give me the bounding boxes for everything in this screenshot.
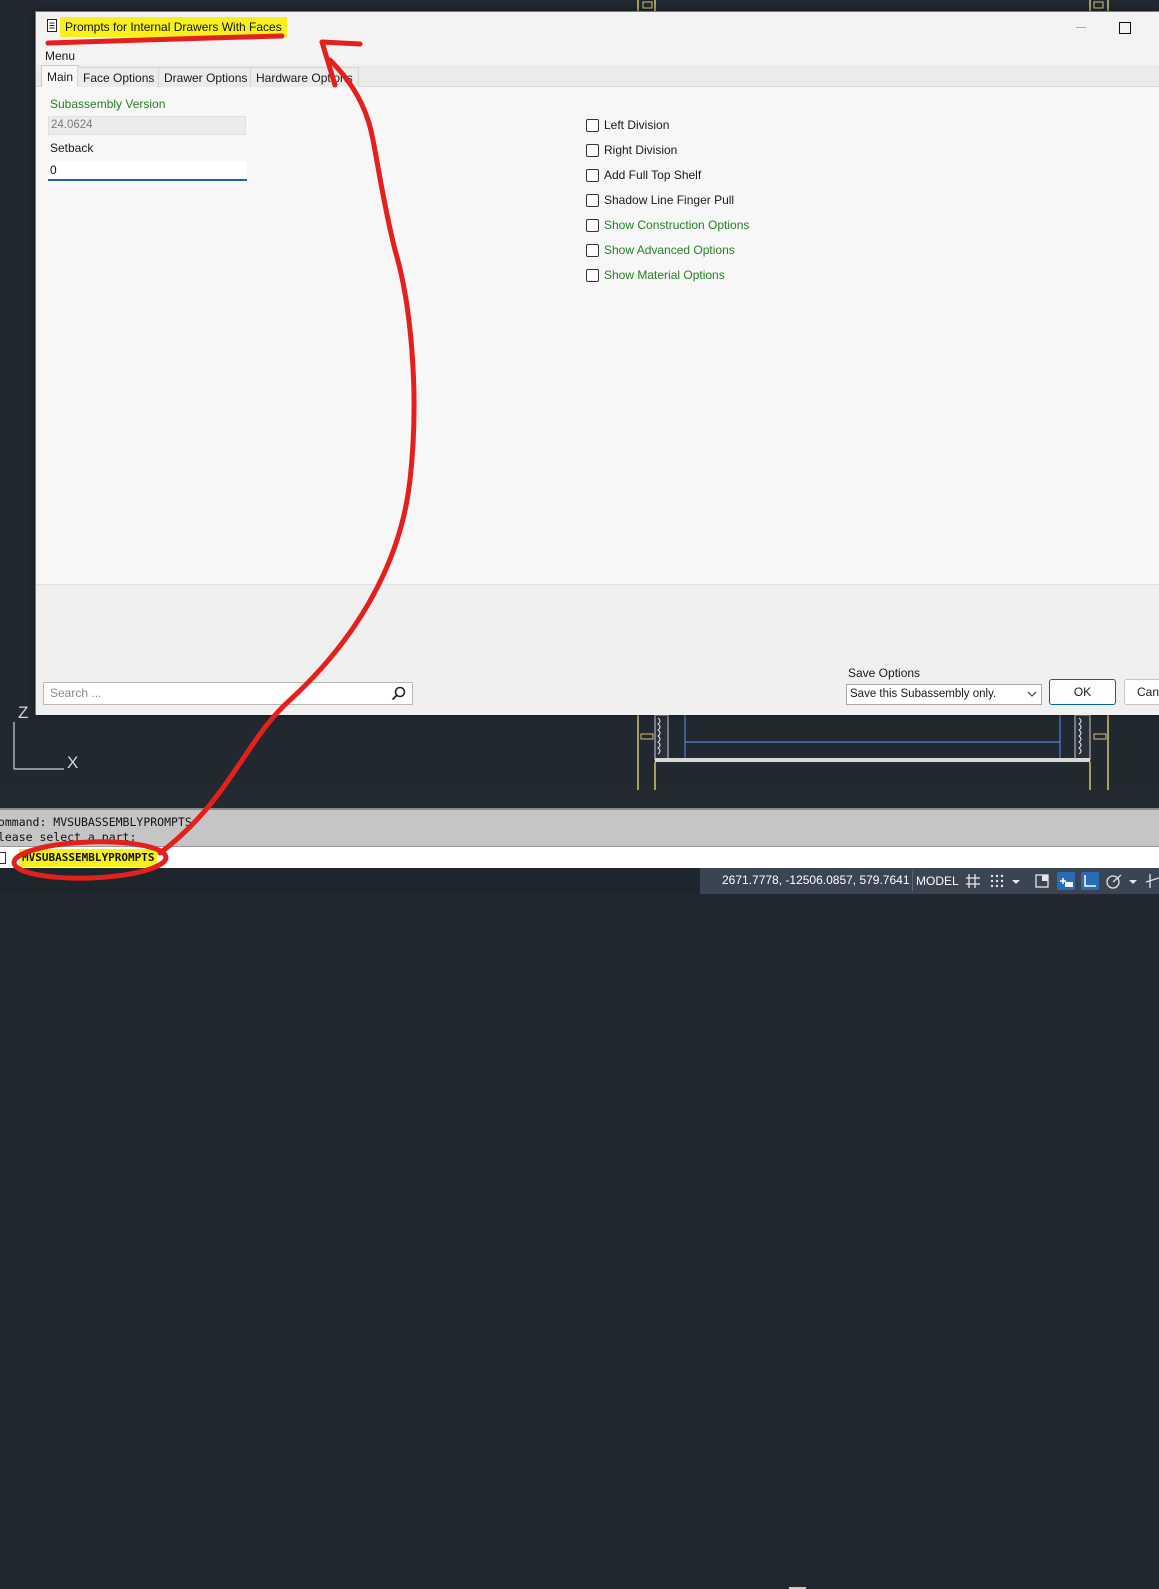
snap-icon[interactable] [988, 872, 1006, 890]
checkbox-label: Add Full Top Shelf [604, 168, 702, 182]
checkbox-icon[interactable] [586, 218, 599, 232]
command-history-line: Please select a part: [0, 830, 137, 844]
command-history-line: Command: MVSUBASSEMBLYPROMPTS [0, 815, 192, 829]
tab-main[interactable]: Main [41, 65, 80, 88]
checkbox-icon[interactable] [586, 143, 599, 157]
grid-icon[interactable] [964, 872, 982, 890]
polar-tracking-icon[interactable] [1105, 872, 1123, 890]
command-input-text: MVSUBASSEMBLYPROMPTS [19, 849, 158, 867]
minimize-button[interactable] [1072, 18, 1090, 36]
save-options-select[interactable]: Save this Subassembly only. [846, 684, 1042, 705]
command-input[interactable]: MVSUBASSEMBLYPROMPTS [0, 846, 1159, 868]
save-options-value: Save this Subassembly only. [850, 688, 997, 700]
ortho-mode-icon[interactable] [1081, 872, 1099, 890]
checkbox-left-division[interactable]: Left Division [586, 116, 669, 134]
document-icon [47, 19, 57, 32]
subassembly-version-label: Subassembly Version [50, 97, 166, 111]
ucs-x-label: X [67, 753, 78, 772]
checkbox-label: Left Division [604, 118, 670, 132]
checkbox-show-material-options[interactable]: Show Material Options [586, 266, 725, 284]
checkbox-show-construction-options[interactable]: Show Construction Options [586, 216, 749, 234]
checkbox-right-division[interactable]: Right Division [586, 141, 677, 159]
checkbox-label: Show Advanced Options [604, 243, 735, 257]
checkbox-label: Right Division [604, 143, 678, 157]
cancel-button[interactable]: Cancel [1124, 679, 1159, 705]
checkbox-label: Show Construction Options [604, 218, 750, 232]
tab-face-options[interactable]: Face Options [77, 67, 161, 87]
maximize-button[interactable] [1115, 18, 1133, 36]
search-placeholder: Search ... [50, 686, 102, 700]
chevron-down-icon[interactable] [1010, 872, 1022, 890]
checkbox-icon[interactable] [586, 118, 599, 132]
setback-label: Setback [50, 141, 94, 155]
save-options-label: Save Options [848, 666, 921, 680]
checkbox-add-full-top-shelf[interactable]: Add Full Top Shelf [586, 166, 701, 184]
checkbox-icon[interactable] [586, 193, 599, 207]
status-bar: 2671.7778, -12506.0857, 579.7641 MODEL [0, 868, 1159, 894]
ucs-z-label: Z [18, 703, 28, 722]
dynamic-input-icon[interactable] [1057, 872, 1075, 890]
model-space-button[interactable]: MODEL [912, 871, 962, 891]
tab-strip: Main Face Options Drawer Options Hardwar… [36, 65, 1159, 88]
checkbox-icon[interactable] [586, 168, 599, 182]
subassembly-version-field: 24.0624 [48, 116, 246, 135]
checkbox-show-advanced-options[interactable]: Show Advanced Options [586, 241, 735, 259]
checkbox-label: Shadow Line Finger Pull [604, 193, 735, 207]
isodraft-icon[interactable] [1146, 872, 1159, 890]
tab-drawer-options[interactable]: Drawer Options [158, 67, 254, 87]
checkbox-icon[interactable] [586, 268, 599, 282]
setback-input[interactable]: 0 [48, 161, 247, 181]
tab-hardware-options[interactable]: Hardware Options [250, 67, 359, 87]
search-icon[interactable] [391, 686, 406, 701]
command-history: Command: MVSUBASSEMBLYPROMPTS Please sel… [0, 808, 1159, 846]
search-input[interactable]: Search ... [43, 682, 413, 705]
ok-button[interactable]: OK [1049, 679, 1116, 705]
chevron-down-icon [1027, 691, 1037, 697]
menu-item[interactable]: Menu [45, 48, 75, 64]
chevron-down-icon[interactable] [1127, 872, 1139, 890]
command-prompt-icon [0, 852, 6, 864]
coordinate-readout: 2671.7778, -12506.0857, 579.7641 [722, 873, 910, 887]
prompts-dialog: Prompts for Internal Drawers With Faces … [35, 11, 1159, 715]
checkbox-shadow-line-finger-pull[interactable]: Shadow Line Finger Pull [586, 191, 734, 209]
command-line-splitter[interactable] [0, 790, 1159, 1589]
infer-constraints-icon[interactable] [1033, 872, 1051, 890]
checkbox-icon[interactable] [586, 243, 599, 257]
dialog-title: Prompts for Internal Drawers With Faces [60, 17, 287, 37]
dialog-titlebar[interactable]: Prompts for Internal Drawers With Faces [36, 12, 1159, 43]
checkbox-label: Show Material Options [604, 268, 725, 282]
